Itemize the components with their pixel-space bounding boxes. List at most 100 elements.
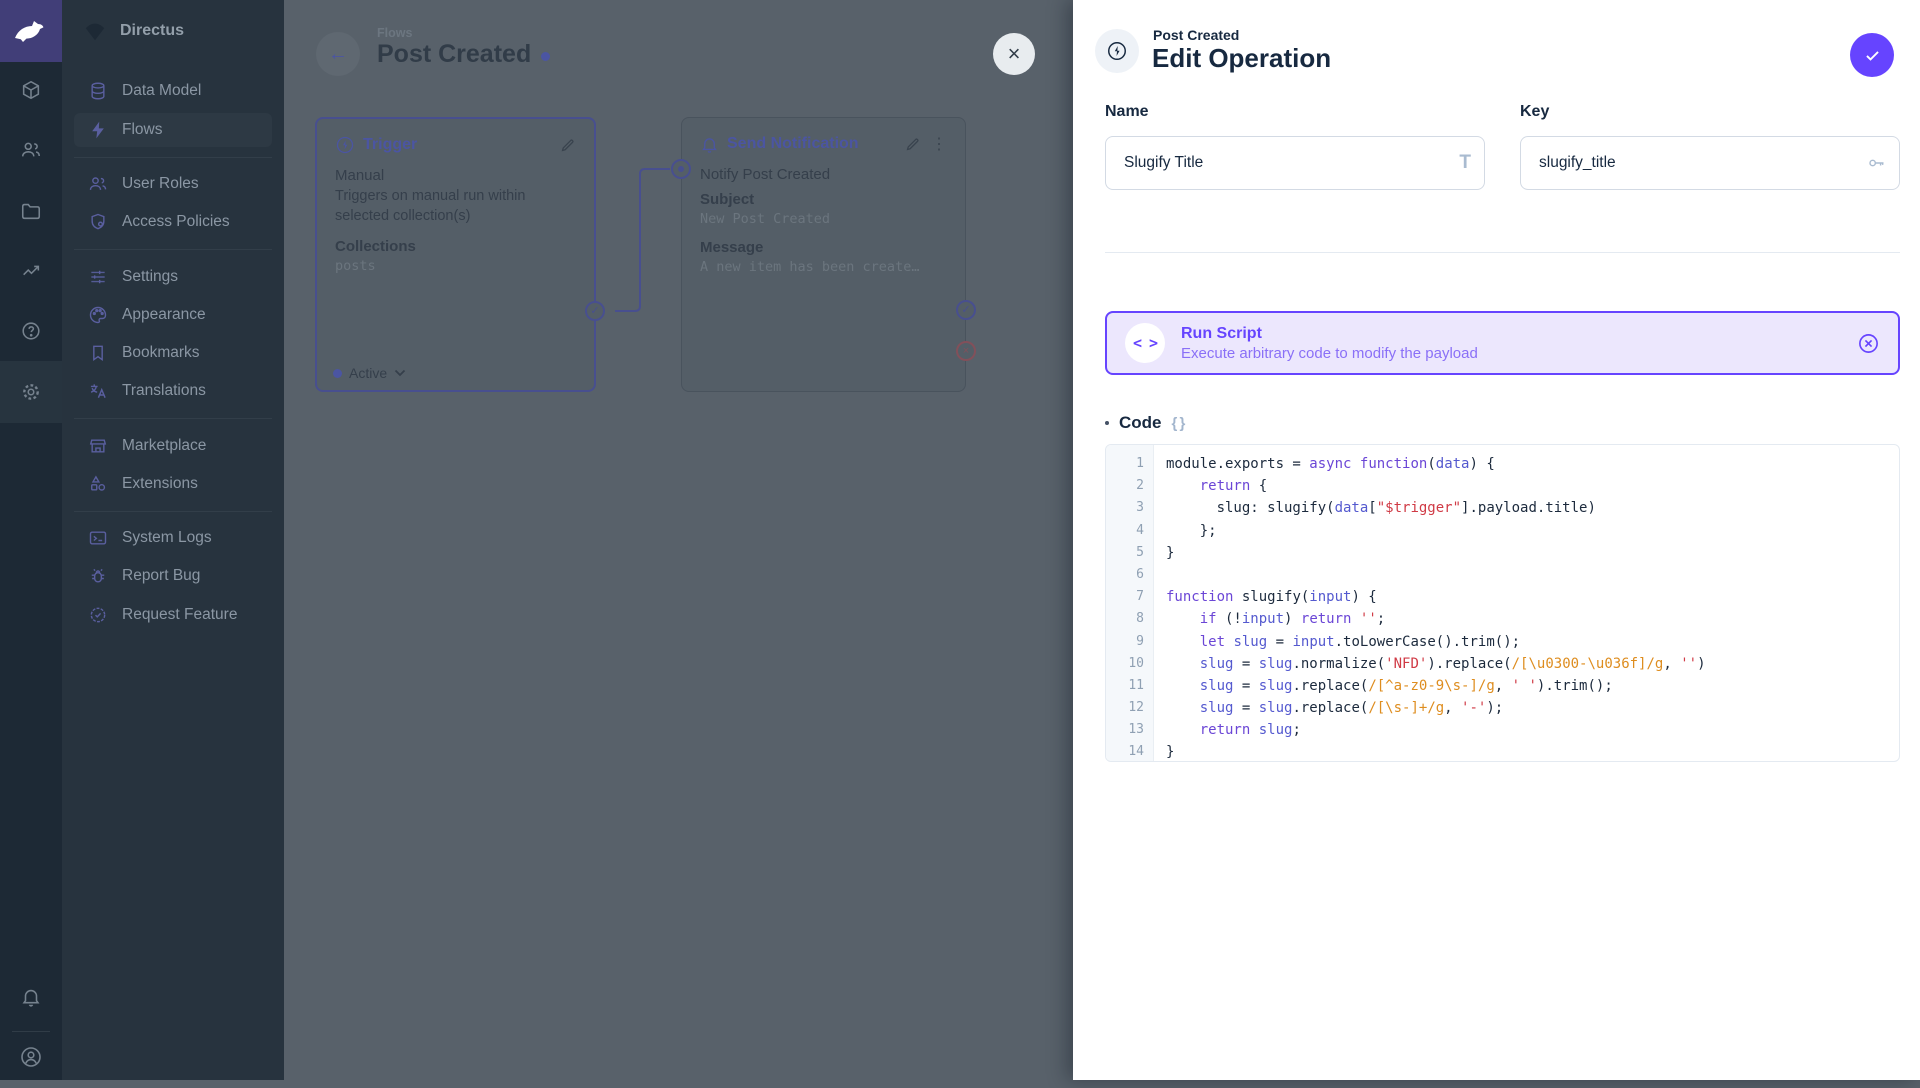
operation-name: Notify Post Created [700, 166, 947, 183]
divider [74, 418, 272, 419]
translate-icon [88, 381, 108, 401]
key-label: Key [1520, 103, 1549, 121]
user-menu-button[interactable] [0, 1026, 62, 1088]
help-icon [20, 320, 42, 342]
code-lines[interactable]: module.exports = async function(data) { … [1154, 445, 1706, 761]
users-icon [88, 174, 108, 194]
chevron-down-icon [394, 369, 406, 377]
sidebar-item-user-roles[interactable]: User Roles [74, 167, 272, 201]
check-icon: ✓ [961, 305, 970, 316]
cross-icon: × [963, 346, 969, 357]
resolve-port[interactable]: ✓ [585, 301, 605, 321]
divider [74, 157, 272, 158]
project-header[interactable]: Directus [62, 0, 284, 62]
divider [74, 511, 272, 512]
close-icon: × [1008, 41, 1021, 67]
resolve-port[interactable]: ✓ [956, 300, 976, 320]
seal-check-icon [88, 605, 108, 625]
bug-icon [88, 566, 108, 586]
drawer-breadcrumb: Post Created [1153, 27, 1239, 43]
message-value: A new item has been create… [700, 259, 947, 275]
sidebar-item-extensions[interactable]: Extensions [74, 467, 272, 501]
flow-status-toggle[interactable]: Active [333, 365, 406, 381]
module-insights-button[interactable] [0, 240, 62, 302]
trigger-collections-value: posts [335, 258, 576, 274]
sidebar-item-request-feature[interactable]: Request Feature [74, 598, 272, 632]
sidebar-item-settings[interactable]: Settings [74, 260, 272, 294]
input-port[interactable] [671, 159, 691, 179]
back-button[interactable]: ← [316, 32, 360, 76]
edit-pencil-icon[interactable] [904, 136, 921, 153]
shapes-icon [88, 474, 108, 494]
key-input[interactable] [1520, 136, 1900, 190]
sidebar-item-bookmarks[interactable]: Bookmarks [74, 336, 272, 370]
breadcrumb: Flows [377, 26, 412, 40]
terminal-icon [88, 528, 108, 548]
module-users-button[interactable] [0, 119, 62, 181]
page-title: Post Created [377, 40, 550, 69]
code-gutter: 1234567891011121314 [1106, 445, 1154, 761]
bell-icon [20, 986, 42, 1008]
module-settings-button[interactable] [0, 361, 62, 423]
divider [74, 249, 272, 250]
sidebar-item-report-bug[interactable]: Report Bug [74, 559, 272, 593]
banner-title: Run Script [1181, 325, 1478, 343]
code-section-header: Code { } [1105, 413, 1184, 433]
sidebar-item-flows[interactable]: Flows [74, 113, 272, 147]
palette-icon [88, 305, 108, 325]
status-dot [333, 369, 342, 378]
drawer-header-icon [1095, 29, 1139, 73]
code-editor[interactable]: 1234567891011121314 module.exports = asy… [1105, 444, 1900, 762]
drawer-title: Edit Operation [1152, 43, 1331, 74]
braces-icon: { } [1172, 415, 1185, 432]
gear-icon [20, 381, 42, 403]
trigger-card[interactable]: Trigger Manual Triggers on manual run wi… [315, 117, 596, 392]
sidebar-item-marketplace[interactable]: Marketplace [74, 429, 272, 463]
reject-port[interactable]: × [956, 341, 976, 361]
banner-subtitle: Execute arbitrary code to modify the pay… [1181, 345, 1478, 362]
shield-icon [88, 212, 108, 232]
nav-sidebar: Directus Data Model Flows User Roles Acc… [62, 0, 284, 1080]
operation-card[interactable]: Send Notification ⋮ Notify Post Created … [681, 117, 966, 392]
sidebar-item-data-model[interactable]: Data Model [74, 74, 272, 108]
module-content-button[interactable] [0, 59, 62, 121]
cube-icon [20, 79, 42, 101]
people-icon [20, 139, 42, 161]
name-field-wrap: T [1105, 136, 1485, 190]
sidebar-item-translations[interactable]: Translations [74, 374, 272, 408]
edit-pencil-icon[interactable] [559, 137, 576, 154]
flow-canvas[interactable]: ← Flows Post Created Trigger Manual Trig… [284, 0, 1073, 1080]
close-drawer-button[interactable]: × [993, 33, 1035, 75]
name-input[interactable] [1105, 136, 1485, 190]
user-circle-icon [19, 1045, 43, 1069]
notifications-button[interactable] [0, 966, 62, 1028]
bolt-circle-icon [335, 135, 355, 155]
deselect-circle-x-icon[interactable] [1857, 332, 1880, 355]
subject-value: New Post Created [700, 211, 947, 227]
unsaved-dot [541, 52, 550, 61]
trigger-description: Triggers on manual run within selected c… [335, 186, 576, 226]
store-icon [88, 436, 108, 456]
check-icon: ✓ [590, 306, 599, 317]
sliders-icon [88, 267, 108, 287]
bolt-icon [88, 120, 108, 140]
required-dot [1105, 421, 1109, 425]
rabbit-logo-icon [13, 18, 49, 44]
module-help-button[interactable] [0, 300, 62, 362]
sidebar-item-system-logs[interactable]: System Logs [74, 521, 272, 555]
sidebar-item-appearance[interactable]: Appearance [74, 298, 272, 332]
chart-icon [20, 260, 42, 282]
module-files-button[interactable] [0, 180, 62, 242]
module-bar [0, 0, 62, 1080]
key-field-wrap [1520, 136, 1900, 190]
run-script-banner[interactable]: < > Run Script Execute arbitrary code to… [1105, 311, 1900, 375]
kebab-menu-icon[interactable]: ⋮ [931, 134, 947, 154]
save-button[interactable] [1850, 33, 1894, 77]
project-name: Directus [120, 22, 184, 40]
sidebar-item-access-policies[interactable]: Access Policies [74, 205, 272, 239]
code-label: Code [1119, 413, 1162, 433]
directus-logo[interactable] [0, 0, 62, 62]
bolt-circle-icon [1106, 40, 1128, 62]
database-icon [88, 81, 108, 101]
title-case-icon[interactable]: T [1459, 152, 1471, 174]
